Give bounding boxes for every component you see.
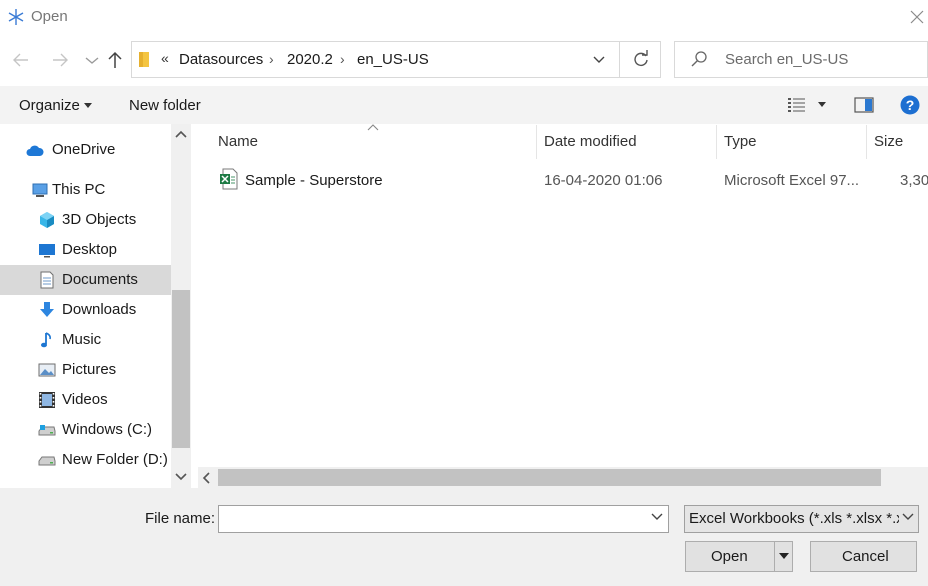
- nav-item-this-pc[interactable]: This PC: [0, 175, 171, 205]
- nav-item-windows-c[interactable]: Windows (C:): [0, 415, 171, 445]
- excel-file-icon: [220, 168, 238, 190]
- nav-item-label: Music: [62, 331, 102, 348]
- search-placeholder: Search en_US-US: [725, 51, 849, 68]
- search-icon: [691, 51, 707, 67]
- nav-scrollbar-thumb[interactable]: [172, 290, 190, 448]
- chevron-up-icon[interactable]: [175, 129, 187, 139]
- column-header-name[interactable]: Name: [218, 133, 258, 150]
- nav-item-label: This PC: [52, 181, 106, 198]
- breadcrumb-item[interactable]: Datasources: [179, 51, 263, 68]
- back-arrow-icon[interactable]: [9, 48, 33, 72]
- recent-locations-chevron-icon[interactable]: [80, 48, 104, 72]
- nav-item-videos[interactable]: Videos: [0, 385, 171, 415]
- file-name-label: File name:: [145, 510, 216, 527]
- open-split-divider: [774, 542, 775, 571]
- address-divider: [619, 41, 620, 78]
- breadcrumb-separator[interactable]: ›: [269, 51, 274, 67]
- desktop-icon: [39, 244, 55, 258]
- chevron-left-icon[interactable]: [202, 472, 212, 484]
- nav-item-label: Downloads: [62, 301, 137, 318]
- caret-down-icon[interactable]: [818, 102, 826, 107]
- up-arrow-icon[interactable]: [103, 48, 127, 72]
- film-icon: [39, 392, 55, 408]
- chevron-down-icon[interactable]: [651, 513, 663, 521]
- drive-icon: [38, 425, 56, 436]
- help-icon[interactable]: ?: [900, 95, 920, 115]
- nav-item-label: 3D Objects: [62, 211, 137, 228]
- nav-item-label: Desktop: [62, 241, 118, 258]
- preview-pane-icon[interactable]: [854, 96, 874, 114]
- open-button-label: Open: [711, 548, 748, 565]
- file-name: Sample - Superstore: [245, 172, 383, 189]
- nav-item-3d-objects[interactable]: 3D Objects: [0, 205, 171, 235]
- window-title: Open: [31, 8, 68, 25]
- nav-item-onedrive[interactable]: OneDrive: [0, 135, 171, 165]
- cloud-icon: [26, 145, 44, 156]
- column-header-size[interactable]: Size: [874, 133, 903, 150]
- column-header-date[interactable]: Date modified: [544, 133, 637, 150]
- file-type: Microsoft Excel 97...: [724, 172, 860, 189]
- caret-down-icon[interactable]: [778, 552, 790, 560]
- column-divider[interactable]: [866, 125, 867, 159]
- breadcrumb-overflow[interactable]: «: [161, 50, 169, 66]
- document-icon: [40, 271, 54, 289]
- file-size: 3,30: [900, 172, 928, 189]
- chevron-down-icon[interactable]: [175, 472, 187, 482]
- file-date: 16-04-2020 01:06: [544, 172, 663, 189]
- snowflake-icon: [8, 9, 24, 25]
- caret-down-icon[interactable]: [84, 103, 92, 108]
- computer-icon: [32, 183, 48, 197]
- picture-icon: [38, 363, 56, 377]
- nav-item-pictures[interactable]: Pictures: [0, 355, 171, 385]
- nav-item-label: OneDrive: [52, 141, 116, 158]
- nav-item-label: Videos: [62, 391, 108, 408]
- chevron-down-icon[interactable]: [902, 513, 914, 521]
- nav-item-music[interactable]: Music: [0, 325, 171, 355]
- nav-item-downloads[interactable]: Downloads: [0, 295, 171, 325]
- forward-arrow-icon[interactable]: [48, 48, 72, 72]
- column-header-type[interactable]: Type: [724, 133, 757, 150]
- column-divider[interactable]: [536, 125, 537, 159]
- cancel-button-label: Cancel: [842, 548, 889, 565]
- horizontal-scrollbar-thumb[interactable]: [218, 469, 881, 486]
- folder-icon: [139, 52, 149, 67]
- nav-item-label: Windows (C:): [62, 421, 153, 438]
- organize-button[interactable]: Organize: [19, 97, 80, 114]
- nav-item-documents[interactable]: Documents: [0, 265, 171, 295]
- drive-icon: [38, 456, 56, 466]
- music-note-icon: [41, 332, 51, 348]
- column-divider[interactable]: [716, 125, 717, 159]
- view-options-icon[interactable]: [787, 96, 807, 114]
- breadcrumb-item[interactable]: en_US-US: [357, 51, 429, 68]
- title-bar: [0, 0, 928, 34]
- file-name-field[interactable]: [218, 505, 669, 533]
- new-folder-button[interactable]: New folder: [129, 97, 201, 114]
- breadcrumb-item[interactable]: 2020.2: [287, 51, 333, 68]
- nav-item-label: Documents: [62, 271, 138, 288]
- download-arrow-icon: [40, 302, 54, 317]
- refresh-icon[interactable]: [630, 48, 652, 70]
- nav-item-label: Pictures: [62, 361, 117, 378]
- svg-text:?: ?: [906, 97, 915, 113]
- chevron-down-icon[interactable]: [590, 50, 608, 68]
- cube-icon: [40, 212, 54, 228]
- sort-ascending-icon: [367, 124, 379, 131]
- nav-item-new-folder-d[interactable]: New Folder (D:): [0, 445, 171, 475]
- file-type-value: Excel Workbooks (*.xls *.xlsx *.xl: [689, 510, 899, 527]
- breadcrumb-separator[interactable]: ›: [340, 51, 345, 67]
- close-icon[interactable]: [906, 6, 928, 28]
- nav-item-label: New Folder (D:): [62, 451, 168, 468]
- nav-item-desktop[interactable]: Desktop: [0, 235, 171, 265]
